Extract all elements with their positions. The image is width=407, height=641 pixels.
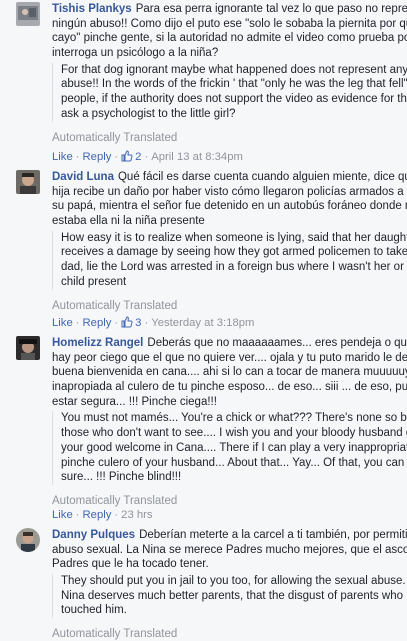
comment-time[interactable]: Yesterday at 3:18pm (151, 317, 254, 329)
comment-text: estar segura... !!! Pinche ciega!!! (52, 395, 217, 408)
translation-block: They should put you in jail to you too, … (52, 574, 407, 619)
comment-text: inapropiada al culero de tu pinche espos… (52, 381, 407, 394)
comment-text: Para esa perra ignorante tal vez lo que … (135, 3, 407, 15)
avatar[interactable] (16, 170, 40, 194)
comment-actions: Like · Reply · 23 hrs (52, 509, 153, 521)
reply-button[interactable]: Reply (83, 509, 112, 521)
translation-text: pinche culero of your husband... About t… (61, 456, 407, 469)
comment-author[interactable]: David Luna (52, 171, 114, 183)
comment: David Luna Qué fácil es darse cuenta cuan… (0, 165, 407, 330)
auto-translated-label[interactable]: Automatically Translated (52, 131, 407, 145)
comment-text: Deberían meterte a la carcel a ti tambié… (139, 529, 407, 541)
avatar[interactable] (16, 2, 40, 26)
comment-author[interactable]: Danny Pulques (52, 529, 135, 541)
translation-text: They should put you in jail to you too, … (61, 575, 407, 588)
translation-text: You must not mamés... You're a chick or … (61, 412, 407, 425)
translation-text: For that dog ignorant maybe what happene… (61, 63, 407, 76)
comment-text: interroga un psicólogo a la niña? (52, 47, 219, 60)
auto-translated-label[interactable]: Automatically Translated (52, 494, 407, 508)
comment-text: su papá, mientra el señor fue detenido e… (52, 200, 407, 213)
comment: Danny Pulques Deberían meterte a la carce… (0, 525, 407, 640)
comment-text: estaba ella ni la niña presente (52, 215, 205, 228)
translation-text: those who don't want to see.... I wish y… (61, 427, 407, 440)
translation-text: sure... !!! Pinche blind!!! (61, 471, 182, 484)
translation-text: people, if the authority does not suppor… (61, 93, 407, 106)
comment-text: abuso sexual. La Nina se merece Padres m… (52, 543, 407, 556)
auto-translated-label[interactable]: Automatically Translated (52, 299, 407, 313)
translation-text: your good welcome in Cana.... There if I… (61, 441, 407, 454)
comment: Homelizz Rangel Deberás que no maaaaaames… (0, 330, 407, 525)
comment-text: buena bienvenida en cana.... ahi si lo c… (52, 366, 407, 379)
translation-text: touched him. (61, 604, 127, 617)
reaction-count[interactable]: 2 (135, 151, 141, 163)
comment-text: ningún abuso!! Como dijo el puto ese "so… (52, 17, 407, 30)
translation-text: child present (61, 275, 127, 288)
translation-text: dad, lie the Lord was arrested in a fore… (61, 261, 407, 274)
translation-text: ask a psychologist to the little girl? (61, 107, 236, 120)
like-button[interactable]: Like (52, 509, 73, 521)
comment-actions: Like · Reply · 3 · Yesterday at 3:18pm (52, 316, 254, 330)
comment-text: cayo" pinche gente, si la autoridad no a… (52, 32, 407, 45)
avatar[interactable] (16, 528, 40, 552)
translation-text: receives a damage by seeing how they got… (61, 246, 407, 259)
comment-time[interactable]: April 13 at 8:34pm (151, 151, 243, 163)
comment-actions: Like · Reply · 2 · April 13 at 8:34pm (52, 150, 243, 164)
auto-translated-label[interactable]: Automatically Translated (52, 627, 407, 641)
comment-text: Qué fácil es darse cuenta cuando alguien… (117, 171, 407, 183)
comment-author[interactable]: Homelizz Rangel (52, 337, 143, 349)
translation-block: How easy it is to realize when someone i… (52, 230, 407, 290)
comment-author[interactable]: Tishis Plankys (52, 3, 132, 15)
translation-text: How easy it is to realize when someone i… (61, 231, 407, 244)
like-button[interactable]: Like (52, 317, 73, 329)
avatar[interactable] (16, 336, 40, 360)
comment-time[interactable]: 23 hrs (121, 509, 152, 521)
like-button[interactable]: Like (52, 151, 73, 163)
reaction-count[interactable]: 3 (135, 317, 141, 329)
translation-text: Nina deserves much better parents, that … (61, 589, 407, 602)
thumbs-up-icon[interactable] (121, 150, 133, 166)
translation-block: For that dog ignorant maybe what happene… (52, 62, 407, 122)
translation-text: abuse!! In the words of the frickin ' th… (61, 78, 407, 91)
comment: Tishis Plankys Para esa perra ignorante t… (0, 0, 407, 163)
comment-text: Deberás que no maaaaaames... eres pendej… (147, 337, 407, 349)
reply-button[interactable]: Reply (83, 317, 112, 329)
reply-button[interactable]: Reply (83, 151, 112, 163)
comment-text: Padres que le ha tocado tener. (52, 558, 209, 571)
comment-text: hay peor ciego que el que no quiere ver.… (52, 351, 407, 364)
translation-block: You must not mamés... You're a chick or … (52, 411, 407, 485)
comment-text: hija recibe un daño por haber visto cómo… (52, 185, 407, 198)
